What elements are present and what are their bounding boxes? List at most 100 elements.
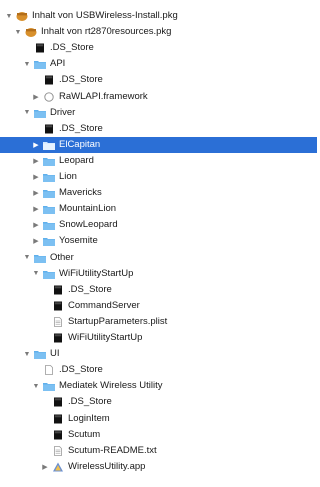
tree-row[interactable]: ▶ MountainLion	[0, 201, 317, 217]
tree-row-label: WiFiUtilityStartUp	[59, 267, 134, 279]
tree-row-label: Scutum-README.txt	[68, 444, 157, 456]
tree-row-label: Other	[50, 251, 74, 263]
folder-icon	[34, 59, 46, 70]
tree-row[interactable]: ▼ Mediatek Wireless Utility	[0, 378, 317, 394]
tree-row[interactable]: .DS_Store	[0, 72, 317, 88]
disclosure-closed-icon[interactable]: ▶	[32, 93, 40, 101]
disclosure-closed-icon[interactable]: ▶	[32, 221, 40, 229]
folder-icon	[34, 253, 46, 263]
package-contents-tree: ▼ Inhalt von USBWireless-Install.pkg ▼ Inha…	[0, 0, 317, 487]
disclosure-open-icon[interactable]: ▼	[23, 254, 31, 261]
tree-row-label: SnowLeopard	[59, 219, 118, 231]
tree-row-label: ElCapitan	[59, 138, 101, 150]
tree-row-label: StartupParameters.plist	[68, 315, 168, 327]
folder-icon	[43, 156, 55, 166]
disclosure-closed-icon[interactable]: ▶	[41, 463, 49, 471]
tree-row-label: WirelessUtility.app	[68, 460, 146, 472]
black-file-icon	[52, 414, 64, 424]
tree-row[interactable]: ▶ WirelessUtility.app	[0, 459, 320, 475]
tree-row[interactable]: WiFiUtilityStartUp	[0, 330, 320, 346]
tree-row[interactable]: ▼ UI	[0, 346, 308, 362]
tree-row-label: Yosemite	[59, 235, 98, 247]
black-file-icon	[43, 124, 55, 134]
package-icon	[25, 27, 37, 38]
tree-row-label: .DS_Store	[50, 42, 94, 54]
app-icon	[52, 462, 64, 472]
black-file-icon	[34, 43, 46, 53]
tree-row-label: Inhalt von rt2870resources.pkg	[41, 26, 172, 38]
folder-icon	[43, 269, 55, 279]
tree-row[interactable]: ▶ Leopard	[0, 153, 317, 169]
tree-row-label: RaWLAPI.framework	[59, 90, 148, 102]
tree-row[interactable]: .DS_Store	[0, 40, 308, 56]
tree-row[interactable]: ▼ Driver	[0, 105, 308, 121]
tree-row[interactable]: ▼ WiFiUtilityStartUp	[0, 266, 317, 282]
tree-row-label: CommandServer	[68, 299, 140, 311]
tree-row[interactable]: ▼ Inhalt von USBWireless-Install.pkg	[0, 8, 290, 24]
tree-row-label: Leopard	[59, 154, 94, 166]
folder-icon	[43, 204, 55, 215]
tree-row[interactable]: ▼ Other	[0, 250, 308, 266]
disclosure-closed-icon[interactable]: ▶	[32, 141, 40, 149]
tree-row[interactable]: ▶ Yosemite	[0, 233, 317, 249]
tree-row-label: Lion	[59, 171, 77, 182]
disclosure-open-icon[interactable]: ▼	[32, 270, 40, 277]
tree-row-label: Driver	[50, 106, 76, 118]
tree-row[interactable]: .DS_Store	[0, 394, 320, 410]
folder-icon	[43, 188, 55, 199]
tree-row[interactable]: .DS_Store	[0, 282, 320, 298]
tree-row-label: API	[50, 58, 66, 70]
folder-icon	[43, 172, 55, 182]
folder-icon	[34, 108, 46, 118]
disclosure-closed-icon[interactable]: ▶	[32, 189, 40, 197]
disclosure-open-icon[interactable]: ▼	[5, 13, 13, 20]
white-file-icon	[43, 365, 55, 376]
tree-row[interactable]: ▼ Inhalt von rt2870resources.pkg	[0, 24, 299, 40]
tree-row[interactable]: .DS_Store	[0, 121, 317, 137]
tree-row[interactable]: Scutum	[0, 427, 320, 443]
tree-row[interactable]: ▶ ElCapitan	[0, 136, 317, 153]
tree-row[interactable]: ▶ SnowLeopard	[0, 217, 317, 233]
disclosure-open-icon[interactable]: ▼	[23, 109, 31, 116]
disclosure-open-icon[interactable]: ▼	[23, 351, 31, 358]
tree-row-label: UI	[50, 348, 60, 360]
tree-row-label: .DS_Store	[59, 364, 103, 376]
tree-row[interactable]: ▶ RaWLAPI.framework	[0, 89, 317, 105]
tree-row[interactable]: LoginItem	[0, 411, 320, 427]
black-file-icon	[52, 397, 64, 407]
tree-row[interactable]: ▶ Mavericks	[0, 185, 317, 201]
black-file-icon	[52, 301, 64, 311]
tree-row[interactable]: Scutum-README.txt	[0, 443, 320, 459]
disclosure-open-icon[interactable]: ▼	[14, 29, 22, 36]
tree-row-label: Mavericks	[59, 187, 102, 199]
tree-row-label: MountainLion	[59, 203, 117, 215]
folder-icon	[43, 236, 55, 247]
disclosure-closed-icon[interactable]: ▶	[32, 157, 40, 165]
package-icon	[16, 11, 28, 21]
tree-row-label: LoginItem	[68, 412, 110, 424]
framework-icon	[43, 91, 55, 102]
tree-row-label: Scutum	[68, 428, 101, 440]
folder-icon	[43, 140, 55, 150]
plist-icon	[52, 316, 64, 327]
disclosure-open-icon[interactable]: ▼	[23, 61, 31, 68]
tree-row-label: .DS_Store	[59, 74, 103, 86]
black-file-icon	[43, 75, 55, 85]
disclosure-closed-icon[interactable]: ▶	[32, 205, 40, 213]
tree-row[interactable]: StartupParameters.plist	[0, 314, 320, 330]
tree-row[interactable]: ▶ Lion	[0, 169, 317, 185]
disclosure-closed-icon[interactable]: ▶	[32, 237, 40, 245]
tree-row[interactable]: .DS_Store	[0, 362, 317, 378]
text-file-icon	[52, 445, 64, 456]
folder-icon	[43, 220, 55, 231]
black-file-icon	[52, 430, 64, 440]
black-file-icon	[52, 285, 64, 295]
folder-icon	[34, 349, 46, 360]
tree-row-label: Mediatek Wireless Utility	[59, 380, 163, 392]
folder-icon	[43, 381, 55, 392]
tree-row[interactable]: ▼ API	[0, 56, 308, 72]
disclosure-closed-icon[interactable]: ▶	[32, 173, 40, 181]
tree-row[interactable]: CommandServer	[0, 298, 320, 314]
tree-row-label: .DS_Store	[59, 122, 103, 134]
disclosure-open-icon[interactable]: ▼	[32, 383, 40, 390]
